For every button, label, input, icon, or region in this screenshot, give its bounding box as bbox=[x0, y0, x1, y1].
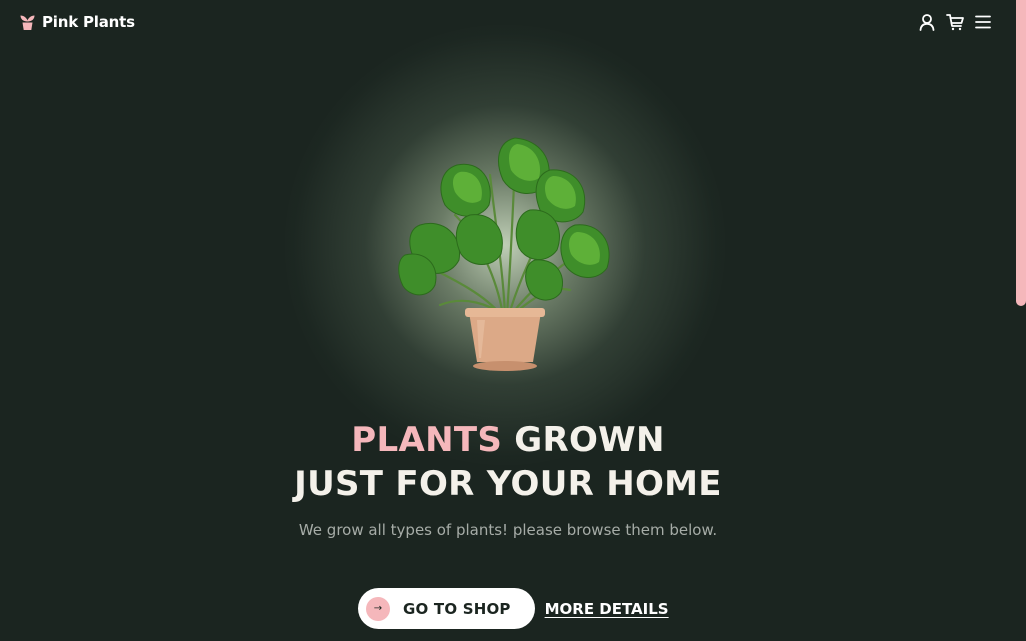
cart-icon[interactable] bbox=[946, 13, 964, 31]
arrow-right-icon: → bbox=[366, 596, 390, 621]
go-to-shop-label: GO TO SHOP bbox=[403, 599, 511, 618]
headline-line1-rest: GROWN bbox=[502, 420, 665, 460]
scrollbar-thumb[interactable] bbox=[1016, 0, 1026, 306]
user-icon[interactable] bbox=[918, 13, 936, 31]
headline-line2: JUST FOR YOUR HOME bbox=[294, 464, 722, 504]
page: Pink Plants PLANTS GROWN JUST FOR YOUR H… bbox=[0, 0, 1026, 641]
hero-cta-row: → GO TO SHOP MORE DETAILS bbox=[358, 588, 669, 629]
menu-icon[interactable] bbox=[974, 13, 992, 31]
headline-accent: PLANTS bbox=[351, 420, 503, 460]
hero-headline: PLANTS GROWN JUST FOR YOUR HOME bbox=[0, 418, 1016, 506]
brand-name: Pink Plants bbox=[42, 13, 135, 31]
potted-monstera-image bbox=[398, 137, 610, 371]
go-to-shop-button[interactable]: → GO TO SHOP bbox=[358, 588, 535, 629]
header-nav bbox=[918, 13, 992, 31]
brand-logo-link[interactable]: Pink Plants bbox=[19, 13, 135, 31]
hero-subtitle: We grow all types of plants! please brow… bbox=[298, 521, 718, 539]
more-details-link[interactable]: MORE DETAILS bbox=[545, 600, 669, 618]
page-scrollbar[interactable] bbox=[1016, 0, 1026, 641]
pink-flower-pot-icon bbox=[20, 15, 35, 30]
